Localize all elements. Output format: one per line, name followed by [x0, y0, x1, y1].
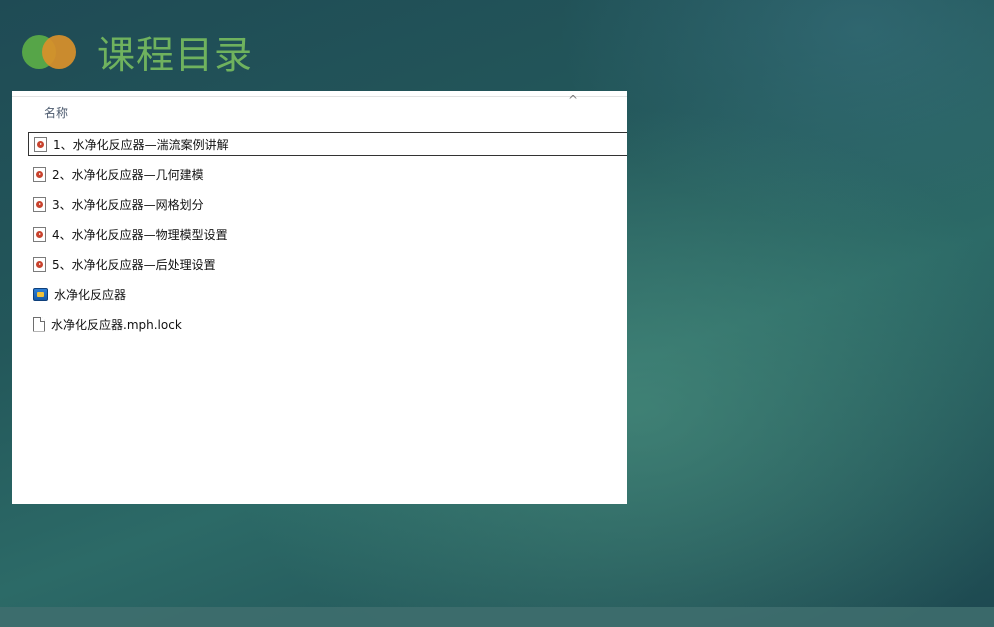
file-list: 1、水净化反应器—湍流案例讲解 2、水净化反应器—几何建模 3、水净化反应器—网…	[28, 132, 627, 342]
file-name: 水净化反应器	[54, 287, 127, 302]
file-row[interactable]: 1、水净化反应器—湍流案例讲解	[28, 132, 627, 156]
file-row[interactable]: 水净化反应器	[28, 282, 627, 306]
file-explorer-panel: 名称 ^ 1、水净化反应器—湍流案例讲解 2、水净化反应器—几何建模 3、水净化…	[12, 91, 627, 504]
column-header-label: 名称	[44, 106, 69, 120]
sort-ascending-icon[interactable]: ^	[568, 93, 578, 107]
file-name: 1、水净化反应器—湍流案例讲解	[53, 137, 229, 152]
file-name: 5、水净化反应器—后处理设置	[52, 257, 216, 272]
file-name: 4、水净化反应器—物理模型设置	[52, 227, 228, 242]
file-row[interactable]: 2、水净化反应器—几何建模	[28, 162, 627, 186]
logo-orange-circle	[42, 35, 76, 69]
logo-icon	[22, 35, 78, 69]
file-name: 2、水净化反应器—几何建模	[52, 167, 204, 182]
file-row[interactable]: 4、水净化反应器—物理模型设置	[28, 222, 627, 246]
file-name: 3、水净化反应器—网格划分	[52, 197, 204, 212]
page-title: 课程目录	[97, 33, 254, 77]
file-name: 水净化反应器.mph.lock	[51, 317, 182, 332]
file-row[interactable]: 水净化反应器.mph.lock	[28, 312, 627, 336]
comsol-file-icon	[33, 287, 48, 301]
file-row[interactable]: 5、水净化反应器—后处理设置	[28, 252, 627, 276]
file-row[interactable]: 3、水净化反应器—网格划分	[28, 192, 627, 216]
column-header-name[interactable]: 名称 ^	[12, 93, 627, 125]
bottom-strip	[0, 607, 994, 627]
video-file-icon	[33, 166, 46, 182]
video-file-icon	[33, 226, 46, 242]
video-file-icon	[33, 196, 46, 212]
blank-file-icon	[33, 316, 45, 332]
video-file-icon	[34, 136, 47, 152]
video-file-icon	[33, 256, 46, 272]
